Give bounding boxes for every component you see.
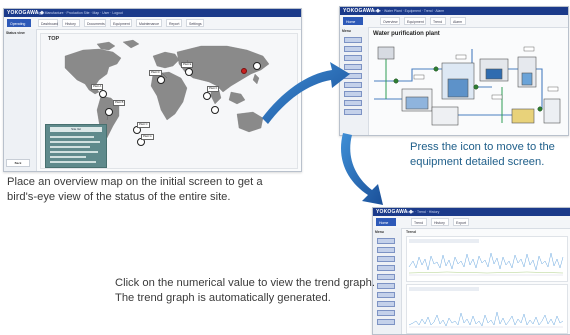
arrow-to-trend-icon [340,133,383,205]
arrow-to-plant-icon [262,62,350,124]
caption-overview: Place an overview map on the initial scr… [7,176,263,203]
caption-plant: Press the icon to move to the equipment … [410,141,555,168]
caption-trend: Click on the numerical value to view the… [115,277,375,304]
